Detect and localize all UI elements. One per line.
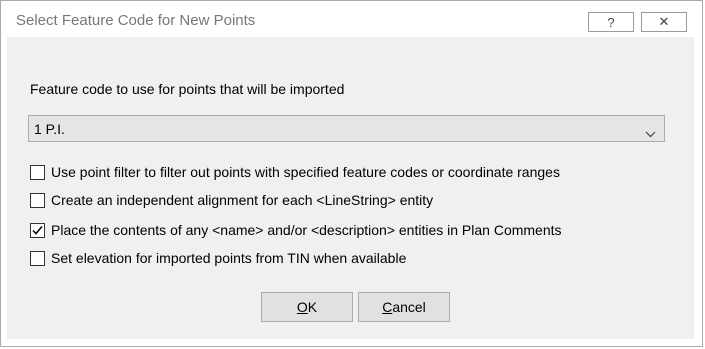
option-plan-comments[interactable]: Place the contents of any <name> and/or … — [30, 222, 562, 238]
option-independent-alignment[interactable]: Create an independent alignment for each… — [30, 192, 433, 208]
point-filter-checkbox[interactable] — [30, 164, 45, 180]
option-label: Set elevation for imported points from T… — [51, 250, 407, 266]
cancel-label-rest: ancel — [392, 299, 426, 315]
feature-code-select[interactable]: 1 P.I. — [28, 115, 665, 142]
close-button[interactable]: ✕ — [641, 12, 687, 32]
option-tin-elevation[interactable]: Set elevation for imported points from T… — [30, 250, 406, 266]
close-icon: ✕ — [658, 14, 670, 29]
feature-code-value: 1 P.I. — [34, 121, 65, 137]
ok-mnemonic: O — [296, 299, 308, 315]
cancel-mnemonic: C — [382, 299, 393, 315]
tin-elevation-checkbox[interactable] — [30, 250, 45, 266]
ok-button[interactable]: OK — [261, 292, 353, 322]
option-label: Use point filter to filter out points wi… — [51, 164, 560, 180]
option-label: Place the contents of any <name> and/or … — [51, 222, 562, 238]
plan-comments-checkbox[interactable] — [30, 222, 45, 238]
option-label: Create an independent alignment for each… — [51, 192, 434, 208]
checkmark-icon — [32, 225, 43, 235]
title-bar[interactable]: Select Feature Code for New Points ? ✕ — [1, 1, 702, 38]
window-title: Select Feature Code for New Points — [16, 12, 256, 29]
independent-alignment-checkbox[interactable] — [30, 192, 45, 208]
feature-code-label: Feature code to use for points that will… — [30, 81, 345, 97]
help-button[interactable]: ? — [588, 12, 634, 32]
option-point-filter[interactable]: Use point filter to filter out points wi… — [30, 164, 560, 180]
cancel-button[interactable]: Cancel — [358, 292, 450, 322]
chevron-down-icon — [645, 125, 656, 141]
ok-label-rest: K — [307, 299, 318, 315]
help-icon: ? — [607, 14, 615, 30]
